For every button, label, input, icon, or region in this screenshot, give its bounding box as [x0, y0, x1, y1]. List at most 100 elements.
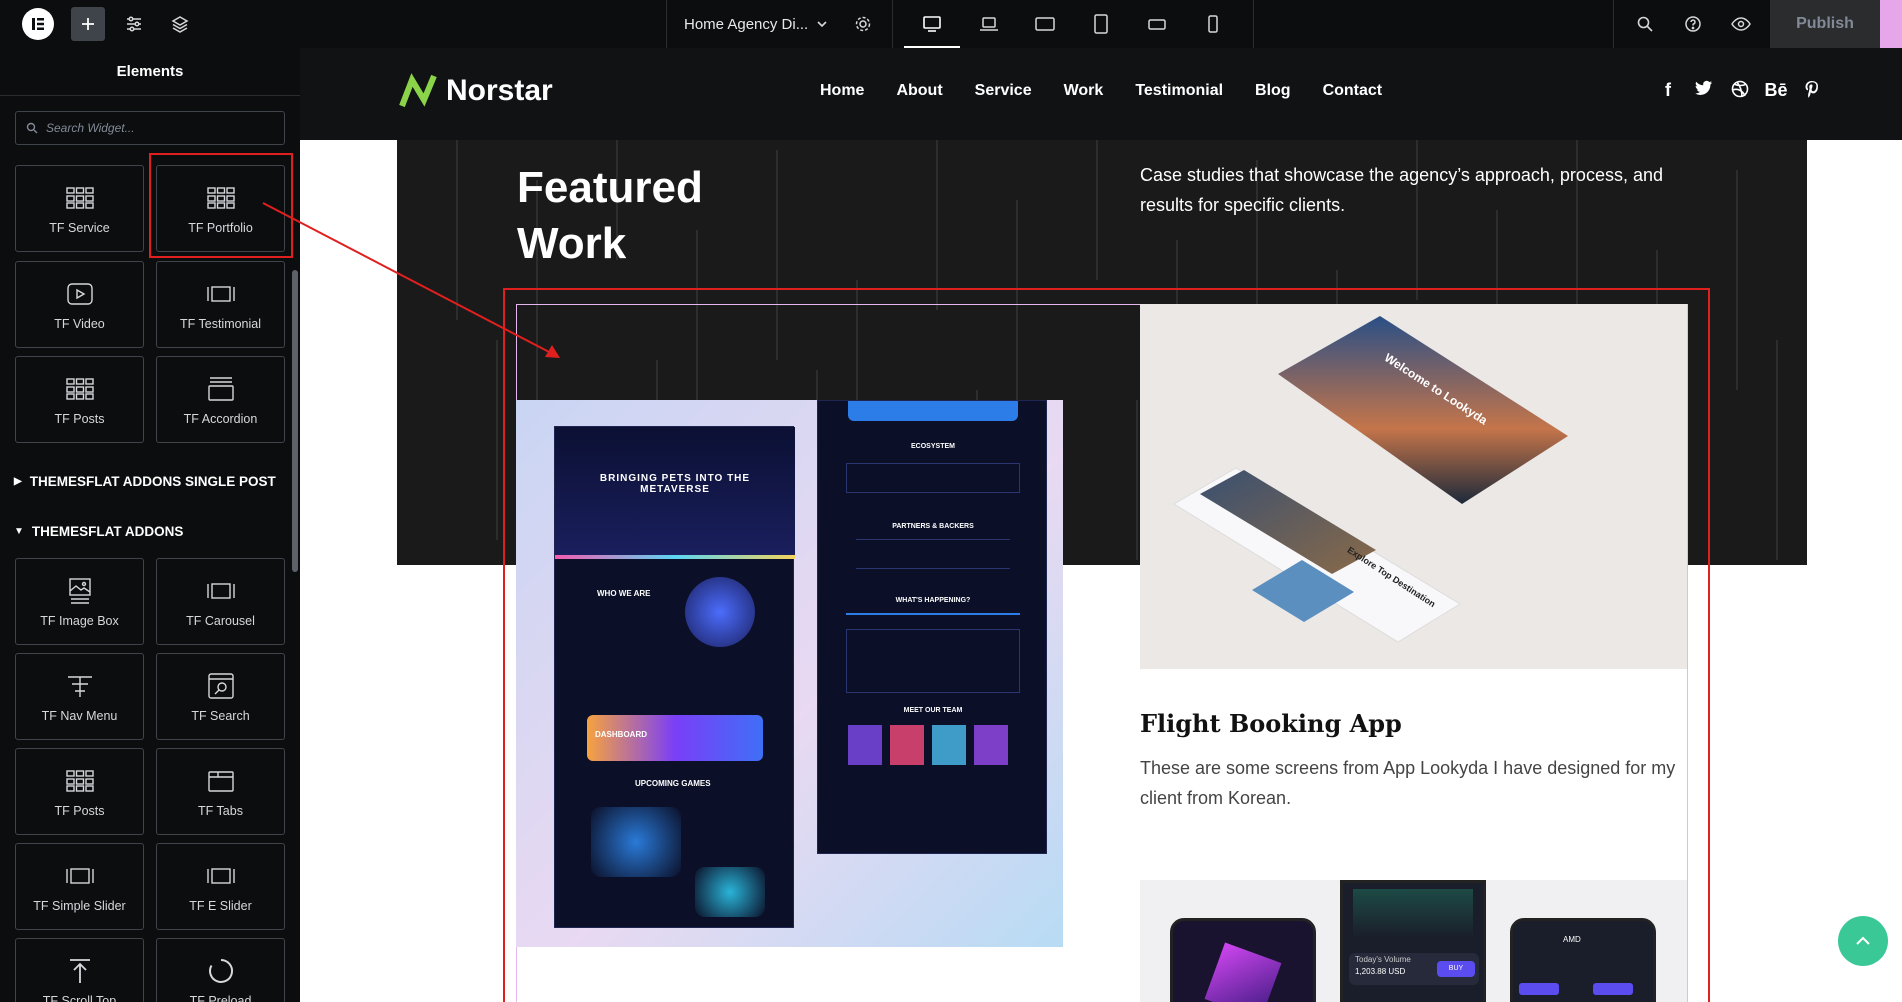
- nav-service[interactable]: Service: [975, 82, 1032, 100]
- chevron-up-icon: [1856, 936, 1870, 945]
- main-nav: Home About Service Work Testimonial Blog…: [820, 82, 1414, 100]
- widget-label: TF Nav Menu: [41, 708, 118, 723]
- tablet-portrait-icon[interactable]: [1087, 0, 1115, 48]
- eye-icon[interactable]: [1726, 0, 1756, 48]
- elementor-logo-icon[interactable]: [22, 8, 54, 40]
- section-addons[interactable]: ▼ THEMESFLAT ADDONS: [14, 524, 183, 539]
- widget-tf-posts[interactable]: TF Posts: [15, 356, 144, 443]
- section-label: THEMESFLAT ADDONS SINGLE POST: [29, 474, 276, 489]
- layers-icon[interactable]: [164, 0, 196, 48]
- portfolio-item-description: These are some screens from App Lookyda …: [1140, 758, 1676, 808]
- phone-screen-2: Today's Volume 1,203.88 USD BUY: [1340, 880, 1486, 1002]
- search-icon: [26, 122, 38, 134]
- preview-canvas: Norstar Home About Service Work Testimon…: [300, 48, 1902, 1002]
- widget-label: TF Video: [54, 316, 105, 331]
- widget-tf-nav-menu[interactable]: TF Nav Menu: [15, 653, 144, 740]
- mockup-text: Today's Volume: [1355, 955, 1411, 964]
- widget-tf-tabs[interactable]: TF Tabs: [156, 748, 285, 835]
- slides-icon: [65, 861, 95, 891]
- grid-icon: [65, 183, 95, 213]
- nav-menu-icon: [65, 671, 95, 701]
- mockup-text: WHAT'S HAPPENING?: [895, 597, 971, 604]
- document-title[interactable]: Home Agency Di...: [684, 0, 808, 48]
- accordion-icon: [206, 374, 236, 404]
- widget-label: TF Testimonial: [179, 316, 262, 331]
- gear-icon[interactable]: [850, 0, 876, 48]
- section-single-post[interactable]: ▶ THEMESFLAT ADDONS SINGLE POST: [14, 474, 276, 489]
- brand-name: Norstar: [446, 74, 553, 107]
- widget-tf-e-slider[interactable]: TF E Slider: [156, 843, 285, 930]
- video-icon: [65, 279, 95, 309]
- grid-icon: [65, 374, 95, 404]
- widget-tf-video[interactable]: TF Video: [15, 261, 144, 348]
- help-icon[interactable]: [1678, 0, 1708, 48]
- nav-testimonial[interactable]: Testimonial: [1135, 82, 1223, 100]
- mobile-landscape-icon[interactable]: [1143, 0, 1171, 48]
- nav-home[interactable]: Home: [820, 82, 864, 100]
- phone-screen-1: [1170, 918, 1316, 1002]
- widget-label: TF Preload: [189, 993, 252, 1002]
- widget-tf-scroll-top[interactable]: TF Scroll Top: [15, 938, 144, 1002]
- nav-blog[interactable]: Blog: [1255, 82, 1291, 100]
- desktop-icon[interactable]: [918, 0, 946, 48]
- widget-label: TF Carousel: [186, 613, 255, 628]
- mockup-screen-left: BRINGING PETS INTO THE METAVERSE WHO WE …: [554, 426, 795, 928]
- chevron-down-icon[interactable]: [810, 0, 834, 48]
- nav-work[interactable]: Work: [1064, 82, 1104, 100]
- mockup-text: 1,203.88 USD: [1355, 967, 1406, 976]
- widget-label: TF Simple Slider: [33, 898, 126, 913]
- widget-tf-search[interactable]: TF Search: [156, 653, 285, 740]
- dribbble-icon[interactable]: [1722, 80, 1758, 103]
- behance-icon[interactable]: Bē: [1758, 80, 1794, 103]
- facebook-icon[interactable]: f: [1650, 80, 1686, 103]
- widget-label: TF Service: [49, 220, 110, 235]
- nav-contact[interactable]: Contact: [1323, 82, 1383, 100]
- publish-button[interactable]: Publish: [1770, 0, 1880, 48]
- portfolio-item-image-crypto-app[interactable]: Today's Volume 1,203.88 USD BUY AMD: [1140, 880, 1687, 1002]
- featured-work-title: Featured Work: [517, 163, 703, 268]
- widget-label: TF Tabs: [198, 803, 243, 818]
- sliders-icon[interactable]: [118, 0, 150, 48]
- portfolio-item-image-metaverse[interactable]: BRINGING PETS INTO THE METAVERSE WHO WE …: [516, 400, 1063, 947]
- laptop-icon[interactable]: [975, 0, 1003, 48]
- site-logo[interactable]: Norstar: [398, 72, 553, 110]
- norstar-logo-icon: [399, 73, 437, 108]
- portfolio-item-image-flight-app[interactable]: Welcome to Lookyda Explore Top Destinati…: [1140, 304, 1687, 669]
- widget-tf-testimonial[interactable]: TF Testimonial: [156, 261, 285, 348]
- caret-right-icon: ▶: [14, 476, 22, 487]
- widget-tf-simple-slider[interactable]: TF Simple Slider: [15, 843, 144, 930]
- widget-label: TF Posts: [54, 411, 105, 426]
- slides-icon: [206, 861, 236, 891]
- nav-about[interactable]: About: [896, 82, 942, 100]
- mockup-text: PARTNERS & BACKERS: [892, 523, 974, 530]
- widget-label: TF E Slider: [189, 898, 252, 913]
- widget-label: TF Search: [191, 708, 250, 723]
- featured-work-description: Case studies that showcase the agency’s …: [1140, 165, 1663, 215]
- search-form-icon: [206, 671, 236, 701]
- widget-search-input[interactable]: Search Widget...: [15, 111, 285, 145]
- panel-scrollbar[interactable]: [292, 270, 298, 572]
- search-icon[interactable]: [1630, 0, 1660, 48]
- mockup-text: ECOSYSTEM: [911, 443, 955, 450]
- widget-tf-service[interactable]: TF Service: [15, 165, 144, 252]
- widget-tf-preload[interactable]: TF Preload: [156, 938, 285, 1002]
- twitter-icon[interactable]: [1686, 80, 1722, 103]
- widget-tf-image-box[interactable]: TF Image Box: [15, 558, 144, 645]
- widget-tf-carousel[interactable]: TF Carousel: [156, 558, 285, 645]
- tf-portfolio-highlight: [149, 153, 293, 258]
- widget-label: TF Accordion: [183, 411, 258, 426]
- pinterest-icon[interactable]: [1794, 80, 1830, 103]
- tablet-landscape-icon[interactable]: [1031, 0, 1059, 48]
- widget-tf-posts-2[interactable]: TF Posts: [15, 748, 144, 835]
- publish-options-button[interactable]: [1880, 0, 1902, 48]
- widget-tf-accordion[interactable]: TF Accordion: [156, 356, 285, 443]
- tabs-icon: [206, 766, 236, 796]
- add-element-button[interactable]: [71, 7, 105, 41]
- widget-label: TF Scroll Top: [42, 993, 117, 1002]
- scroll-to-top-button[interactable]: [1838, 916, 1888, 966]
- slides-icon: [206, 576, 236, 606]
- portfolio-item-title[interactable]: Flight Booking App: [1140, 709, 1402, 738]
- mockup-text: WHO WE ARE: [597, 589, 651, 598]
- mobile-portrait-icon[interactable]: [1199, 0, 1227, 48]
- editor-topbar: Home Agency Di... Publish: [0, 0, 1902, 48]
